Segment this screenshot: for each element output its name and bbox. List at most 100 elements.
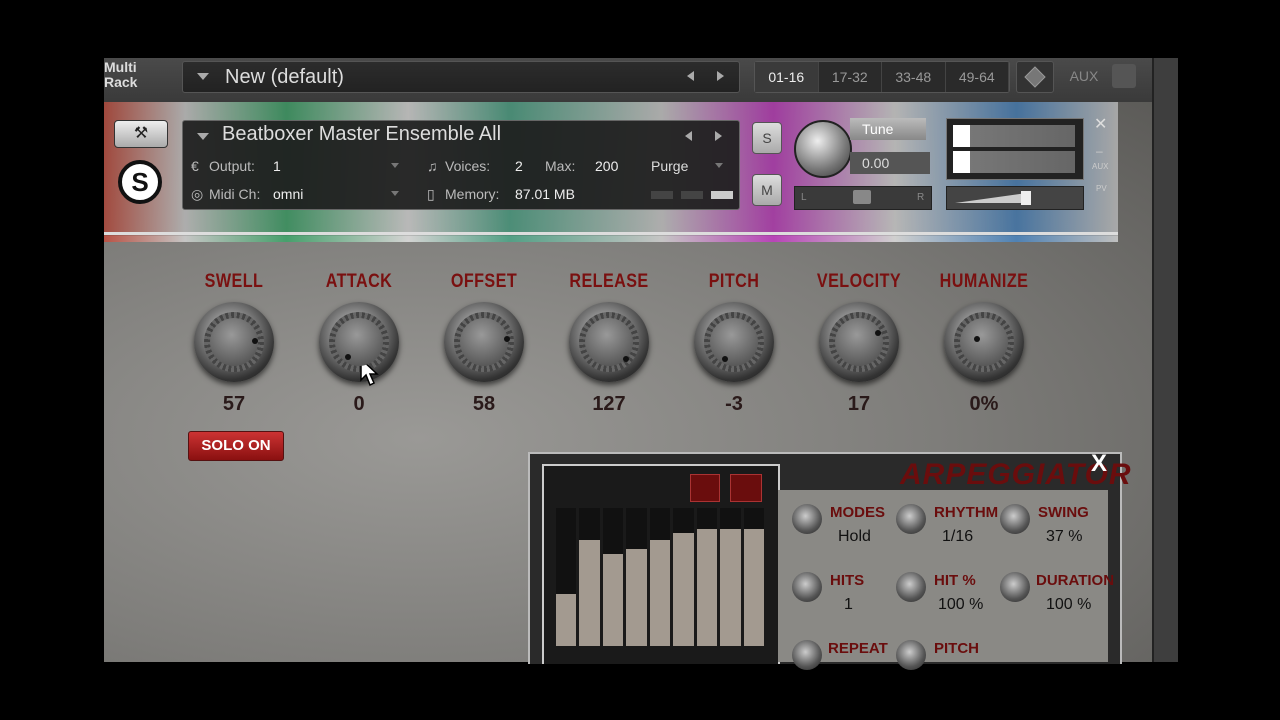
pan-handle[interactable] [853, 190, 871, 204]
tune-label: Tune [850, 118, 926, 140]
step-bar[interactable] [673, 508, 694, 646]
multi-rack-label-line1: Multi [104, 59, 137, 75]
tab-channels-33-48[interactable]: 33-48 [882, 62, 946, 92]
pan-left-label: L [801, 192, 807, 203]
cpu-meter-segment [681, 191, 703, 199]
offset-knob[interactable] [444, 302, 524, 382]
step-bar[interactable] [649, 508, 671, 646]
instrument-name[interactable]: Beatboxer Master Ensemble All [222, 123, 501, 146]
knob-label-pitch: PITCH [708, 271, 760, 292]
rack-scrollbar[interactable] [1152, 58, 1178, 662]
knob-cap [835, 318, 883, 366]
pitch-knob[interactable] [694, 302, 774, 382]
multi-name-field[interactable]: New (default) [182, 61, 740, 93]
step-bar[interactable] [720, 508, 741, 646]
humanize-knob[interactable] [944, 302, 1024, 382]
voices-value: 2 [515, 158, 523, 174]
pan-right-label: R [917, 192, 925, 203]
arpeggiator-params: MODES Hold RHYTHM 1/16 SWING 37 % HITS 1… [778, 490, 1114, 670]
solo-on-button[interactable]: SOLO ON [188, 431, 284, 461]
step-bar-fill [720, 528, 741, 646]
purge-button[interactable]: Purge [651, 158, 688, 174]
step-bars[interactable] [556, 508, 764, 646]
memory-icon: ▯ [427, 186, 435, 202]
step-bar-fill [626, 549, 647, 646]
chevron-down-icon[interactable] [197, 133, 209, 140]
folder-icon[interactable] [730, 474, 762, 502]
instrument-logo: S [118, 160, 162, 204]
save-icon[interactable] [1112, 64, 1136, 88]
max-voices-label: Max: [545, 158, 576, 174]
rhythm-knob[interactable] [896, 504, 926, 534]
previous-arrow-icon[interactable] [687, 71, 694, 81]
knob-value-pitch: -3 [725, 393, 743, 415]
voices-label: Voices: [445, 158, 491, 174]
wrench-icon[interactable]: ⚒ [114, 120, 168, 148]
knob-label-swell: SWELL [204, 271, 264, 292]
channel-page-tabs: 01-16 17-32 33-48 49-64 [754, 61, 1010, 93]
velocity-knob[interactable] [819, 302, 899, 382]
tab-channels-17-32[interactable]: 17-32 [819, 62, 882, 92]
swell-knob[interactable] [194, 302, 274, 382]
swing-knob[interactable] [1000, 504, 1030, 534]
purge-dropdown-icon[interactable] [715, 163, 723, 168]
knob-indicator [875, 330, 881, 336]
knob-cap [960, 318, 1008, 366]
mute-button[interactable]: M [752, 174, 782, 206]
save-icon[interactable] [690, 474, 720, 502]
output-icon: € [191, 158, 199, 174]
knob-label-velocity: VELOCITY [816, 271, 902, 292]
step-bar[interactable] [602, 508, 624, 646]
hit-percent-label: HIT % [934, 572, 976, 589]
output-label: Output: [209, 158, 255, 174]
midi-dropdown-icon[interactable] [391, 191, 399, 196]
duration-knob[interactable] [1000, 572, 1030, 602]
multi-rack-label: Multi Rack [104, 60, 174, 90]
knob-label-humanize: HUMANIZE [939, 271, 1029, 292]
midi-channel-value[interactable]: omni [273, 186, 303, 202]
tune-knob[interactable] [794, 120, 852, 178]
pv-toggle[interactable]: PV [1096, 184, 1107, 193]
next-arrow-icon[interactable] [715, 131, 722, 141]
level-meters [946, 118, 1084, 180]
chevron-down-icon[interactable] [197, 73, 209, 80]
release-knob[interactable] [569, 302, 649, 382]
midi-icon: ◎ [191, 186, 204, 202]
pitch-label: PITCH [934, 640, 979, 657]
modes-knob[interactable] [792, 504, 822, 534]
step-bar[interactable] [556, 508, 577, 646]
step-bar-fill [696, 528, 718, 646]
hit-percent-knob[interactable] [896, 572, 926, 602]
repeat-knob[interactable] [792, 640, 822, 670]
knob-indicator [504, 336, 510, 342]
attack-knob[interactable] [319, 302, 399, 382]
hits-knob[interactable] [792, 572, 822, 602]
step-bar[interactable] [743, 508, 764, 646]
step-bar[interactable] [696, 508, 718, 646]
output-dropdown-icon[interactable] [391, 163, 399, 168]
tune-value[interactable]: 0.00 [850, 152, 930, 174]
max-voices-value[interactable]: 200 [595, 158, 618, 174]
pan-slider[interactable]: L R [794, 186, 932, 210]
previous-arrow-icon[interactable] [685, 131, 692, 141]
arpeggiator-close-button[interactable]: X [1086, 452, 1112, 476]
tab-channels-49-64[interactable]: 49-64 [946, 62, 1009, 92]
hits-label: HITS [830, 572, 865, 589]
minimize-icon[interactable]: – [1096, 144, 1103, 158]
diamond-arrow-button[interactable] [1016, 61, 1054, 93]
step-bar[interactable] [626, 508, 647, 646]
aux-button[interactable]: AUX [1060, 61, 1108, 91]
next-arrow-icon[interactable] [717, 71, 724, 81]
close-instrument-icon[interactable]: ✕ [1094, 114, 1107, 134]
pitch-knob[interactable] [896, 640, 926, 670]
duration-value: 100 % [1046, 596, 1092, 613]
volume-slider[interactable] [946, 186, 1084, 210]
swing-label: SWING [1038, 504, 1089, 521]
modes-value: Hold [838, 528, 871, 545]
output-value[interactable]: 1 [273, 158, 281, 174]
tab-channels-01-16[interactable]: 01-16 [755, 62, 819, 92]
solo-button[interactable]: S [752, 122, 782, 154]
aux-toggle[interactable]: AUX [1092, 162, 1108, 171]
multi-name: New (default) [225, 66, 344, 88]
step-bar[interactable] [579, 508, 600, 646]
